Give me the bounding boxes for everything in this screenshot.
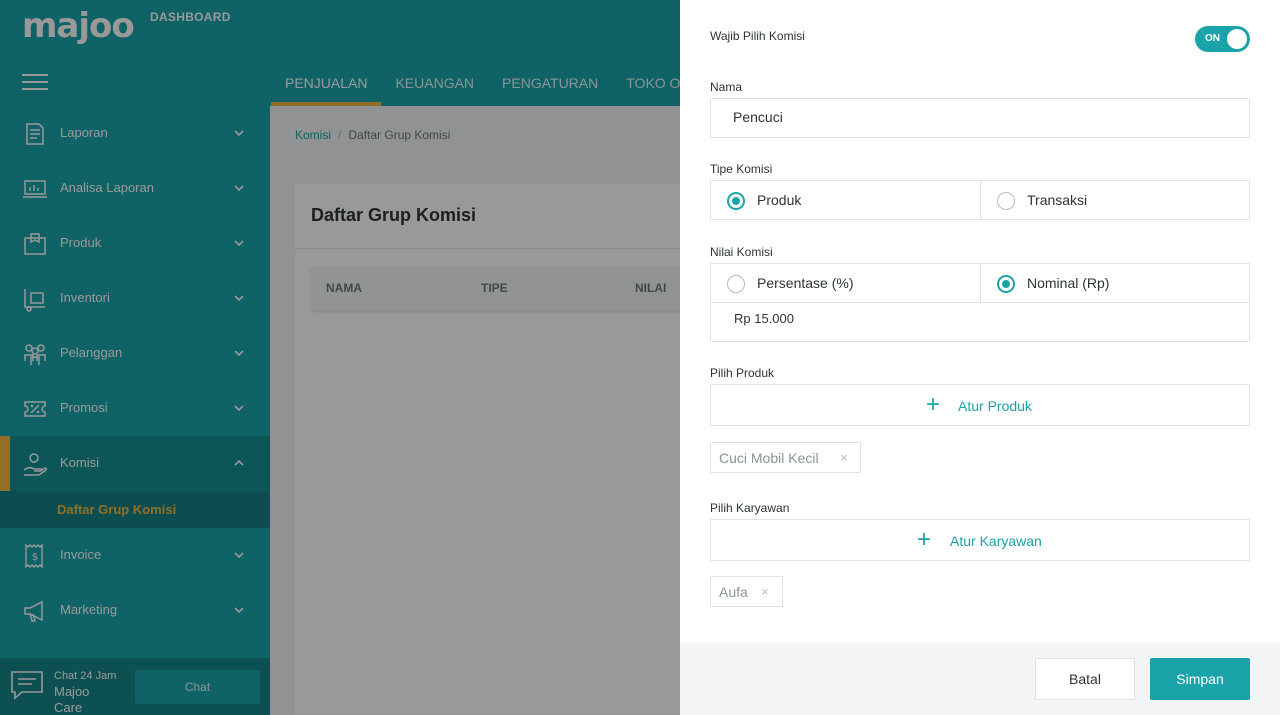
chip-label: Aufa <box>719 584 748 600</box>
set-product-text: Atur Produk <box>958 398 1032 414</box>
set-employee-button[interactable]: + Atur Karyawan <box>710 519 1250 561</box>
product-chip: Cuci Mobil Kecil × <box>710 442 861 473</box>
radio-label: Produk <box>757 192 802 208</box>
radio-option-persentase[interactable]: Persentase (%) <box>711 264 980 302</box>
radio-label: Nominal (Rp) <box>1027 275 1110 291</box>
radio-checked-icon[interactable] <box>997 275 1015 293</box>
radio-option-produk[interactable]: Produk <box>711 181 980 219</box>
radio-option-nominal[interactable]: Nominal (Rp) <box>980 264 1249 302</box>
toggle-state-text: ON <box>1205 33 1220 44</box>
close-icon[interactable]: × <box>761 584 769 599</box>
radio-checked-icon[interactable] <box>727 192 745 210</box>
commission-type-radio-group: Produk Transaksi <box>710 180 1250 220</box>
radio-option-transaksi[interactable]: Transaksi <box>980 181 1249 219</box>
edit-commission-drawer: Wajib Pilih Komisi ON Nama Pencuci Tipe … <box>680 0 1280 715</box>
commission-value-label: Nilai Komisi <box>710 245 773 259</box>
employee-chip: Aufa × <box>710 576 783 607</box>
required-commission-toggle[interactable]: ON <box>1195 26 1250 52</box>
commission-type-label: Tipe Komisi <box>710 162 773 176</box>
set-employee-text: Atur Karyawan <box>950 533 1042 549</box>
save-button[interactable]: Simpan <box>1150 658 1250 700</box>
chip-label: Cuci Mobil Kecil <box>719 450 819 466</box>
commission-value-radio-group: Persentase (%) Nominal (Rp) <box>710 263 1250 303</box>
name-input[interactable]: Pencuci <box>710 98 1250 138</box>
toggle-knob <box>1227 29 1247 49</box>
set-product-button[interactable]: + Atur Produk <box>710 384 1250 426</box>
required-commission-label: Wajib Pilih Komisi <box>710 29 805 43</box>
cancel-button[interactable]: Batal <box>1035 658 1135 700</box>
radio-unchecked-icon[interactable] <box>727 275 745 293</box>
drawer-footer: Batal Simpan <box>680 643 1280 715</box>
name-label: Nama <box>710 80 743 94</box>
close-icon[interactable]: × <box>840 450 848 465</box>
select-employee-label: Pilih Karyawan <box>710 501 790 515</box>
plus-icon: + <box>926 391 941 418</box>
nominal-value-input[interactable]: Rp 15.000 <box>710 302 1250 342</box>
radio-unchecked-icon[interactable] <box>997 192 1015 210</box>
radio-label: Persentase (%) <box>757 275 854 291</box>
radio-label: Transaksi <box>1027 192 1088 208</box>
plus-icon: + <box>917 526 932 553</box>
select-product-label: Pilih Produk <box>710 366 775 380</box>
